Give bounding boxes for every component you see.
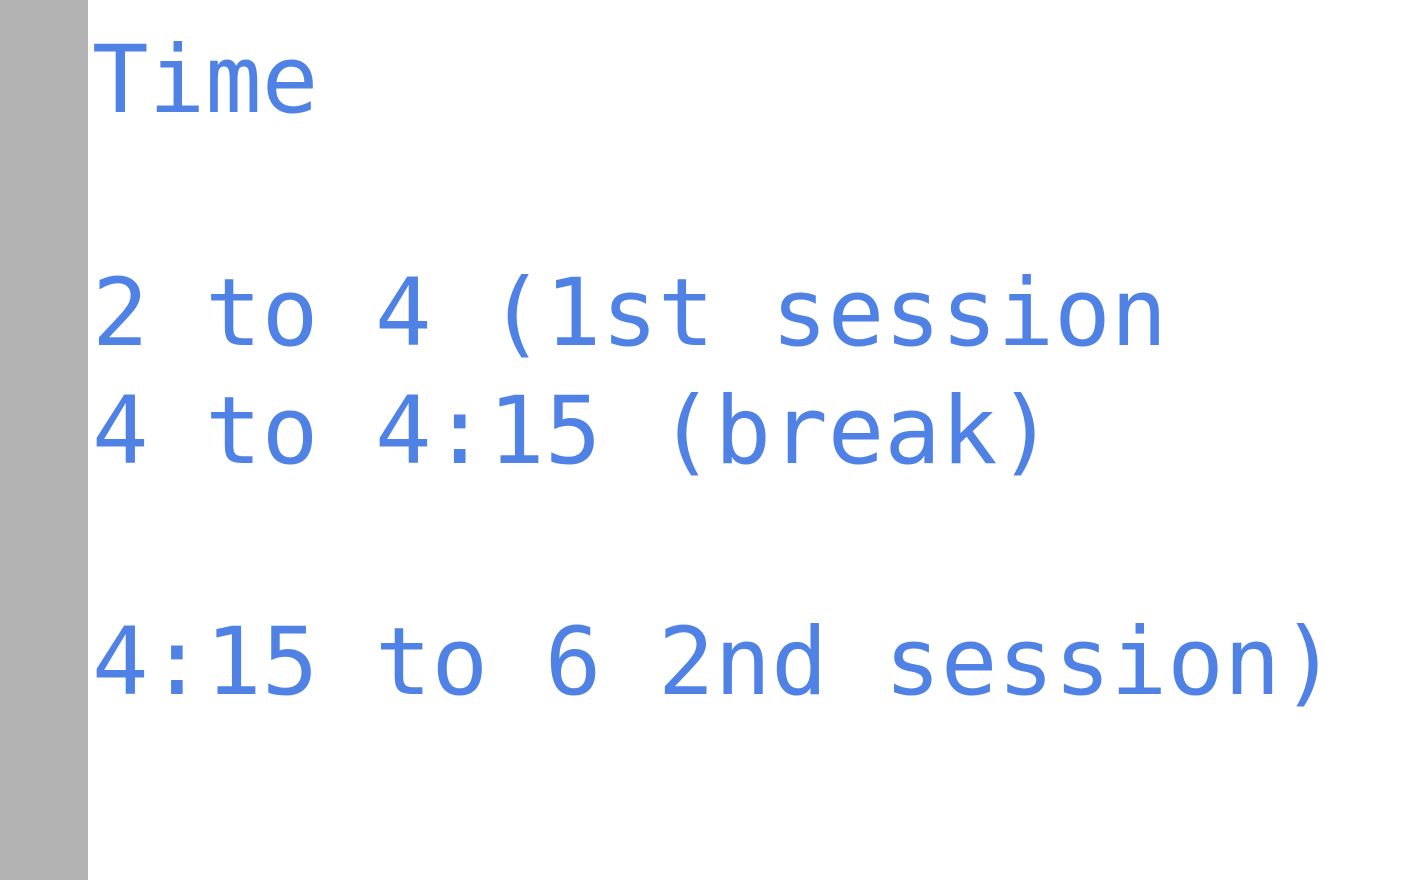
schedule-line-first-session: 2 to 4 (1st session: [92, 259, 1168, 368]
document-page: Time 2 to 4 (1st session 4 to 4:15 (brea…: [0, 0, 1422, 880]
heading-time: Time: [92, 26, 319, 135]
schedule-line-break: 4 to 4:15 (break): [92, 377, 1055, 486]
schedule-line-second-session: 4:15 to 6 2nd session): [92, 608, 1338, 717]
left-gutter-bar: [0, 0, 88, 880]
